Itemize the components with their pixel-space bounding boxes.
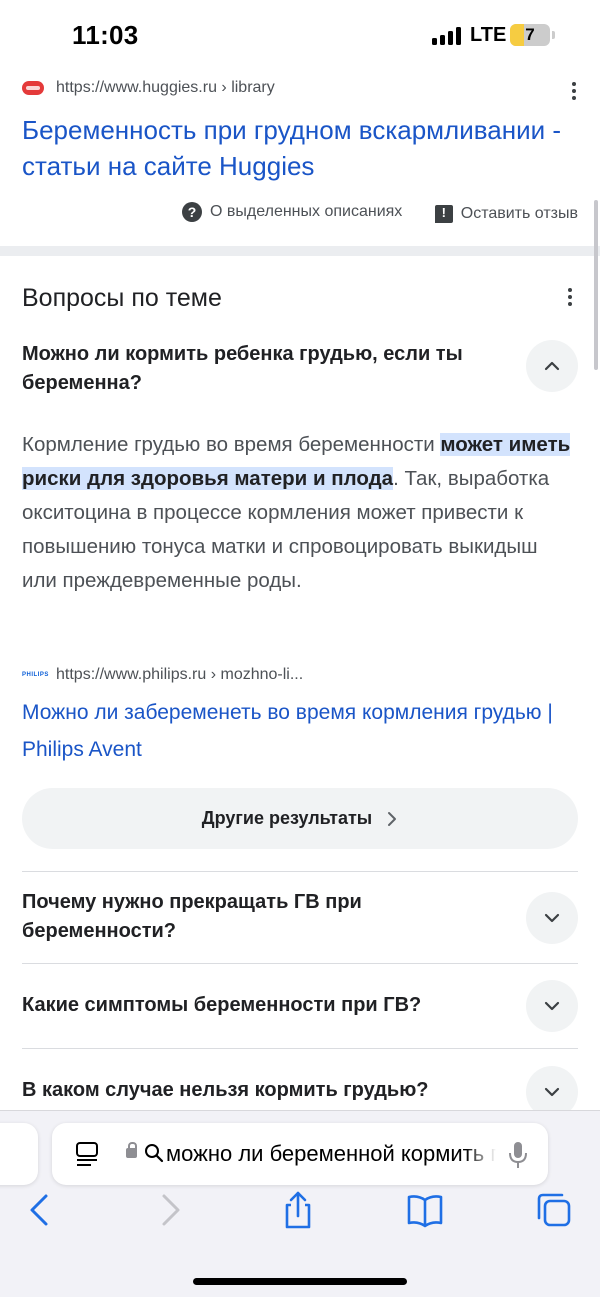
divider [22,963,578,964]
chevron-up-icon [544,361,560,371]
battery-icon: 7 [510,24,550,46]
more-options-icon[interactable] [566,286,574,308]
network-type: LTE [470,24,507,46]
about-snippets-label: О выделенных описаниях [210,203,403,220]
expand-question-button[interactable] [526,980,578,1032]
related-questions-heading: Вопросы по теме [22,284,222,312]
search-result: https://www.huggies.ru › library Беремен… [22,76,578,223]
back-icon[interactable] [20,1190,60,1230]
answer-source-link[interactable]: Можно ли забеременеть во время кормления… [22,694,578,768]
search-icon [145,1144,164,1163]
section-divider [0,246,600,256]
status-time: 11:03 [72,20,139,50]
divider [22,1048,578,1049]
more-results-label: Другие результаты [201,808,373,828]
result-title-link[interactable]: Беременность при грудном вскармливании -… [22,115,561,181]
status-bar: 11:03 LTE 7 [0,0,600,72]
expand-question-button[interactable] [526,892,578,944]
share-icon[interactable] [278,1190,318,1230]
bookmarks-icon[interactable] [405,1190,445,1230]
microphone-icon[interactable] [508,1141,528,1169]
address-text: можно ли беременной кормить грудью [166,1141,496,1167]
result-source[interactable]: https://www.huggies.ru › library [22,76,578,100]
battery-level: 7 [525,25,535,44]
scrollbar[interactable] [594,200,598,370]
question-expanded[interactable]: Можно ли кормить ребенка грудью, если ты… [22,340,522,398]
question-collapsed[interactable]: Какие симптомы беременности при ГВ? [22,991,502,1020]
collapse-question-button[interactable] [526,340,578,392]
answer-text: Кормление грудью во время беременности [22,433,441,456]
huggies-favicon-icon [22,81,44,95]
tabs-icon[interactable] [534,1190,574,1230]
result-feedback-row: ? О выделенных описаниях ! Оставить отзы… [154,202,578,224]
chevron-down-icon [544,1001,560,1011]
page-menu-icon[interactable] [74,1141,100,1167]
answer-source-url: https://www.philips.ru › mozhno-li... [56,666,304,683]
more-results-button[interactable]: Другие результаты [22,788,578,849]
address-bar[interactable]: можно ли беременной кормить грудью [52,1123,548,1185]
feedback-label: Оставить отзыв [460,205,578,222]
home-indicator[interactable] [193,1278,407,1285]
question-collapsed[interactable]: Почему нужно прекращать ГВ при беременно… [22,888,502,946]
previous-tab-preview[interactable] [0,1123,38,1185]
answer-source[interactable]: PHILIPS https://www.philips.ru › mozhno-… [22,664,578,688]
cellular-signal-icon [432,27,464,45]
chevron-down-icon [544,1087,560,1097]
question-collapsed[interactable]: В каком случае нельзя кормить грудью? [22,1076,502,1105]
divider [22,871,578,872]
more-options-icon[interactable] [570,80,578,102]
about-snippets-link[interactable]: ? О выделенных описаниях [182,202,402,222]
chevron-right-icon [388,811,397,826]
philips-favicon-icon: PHILIPS [22,672,49,678]
battery-tip [552,31,555,39]
help-icon: ? [182,202,203,222]
feedback-icon: ! [434,205,453,223]
answer-snippet: Кормление грудью во время беременности м… [22,428,578,598]
lock-icon [126,1142,137,1158]
forward-icon[interactable] [150,1190,190,1230]
feedback-link[interactable]: ! Оставить отзыв [434,205,578,223]
chevron-down-icon [544,913,560,923]
result-url: https://www.huggies.ru › library [56,79,275,96]
